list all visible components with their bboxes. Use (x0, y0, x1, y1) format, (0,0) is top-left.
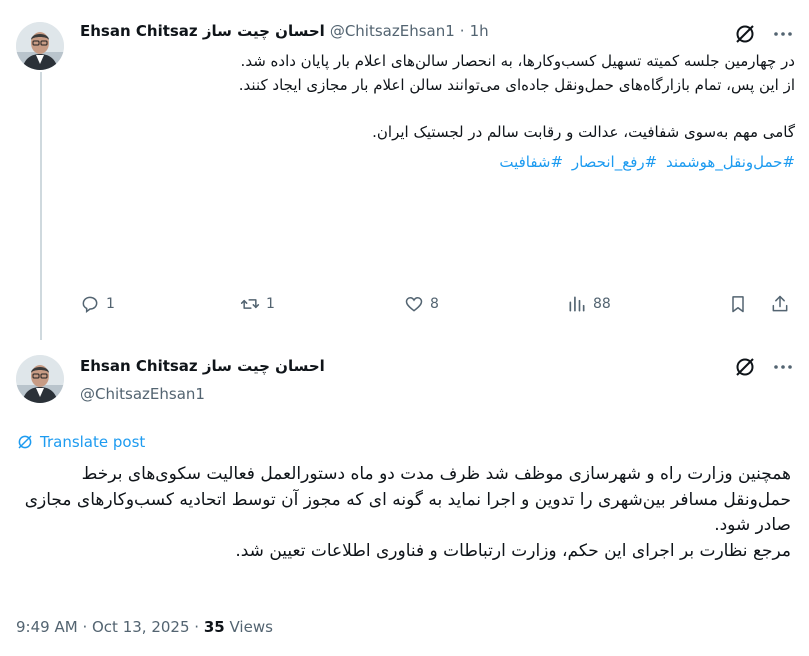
tweet-text-line: در چهارمین جلسه کمیته تسهیل کسب‌وکارها، … (240, 52, 795, 70)
views-label: Views (229, 618, 273, 636)
translate-icon (18, 435, 32, 449)
separator: · (459, 22, 465, 40)
views-button[interactable]: 88 (567, 294, 611, 314)
tweet2-header: Ehsan Chitsaz احسان چیت ساز (80, 356, 325, 375)
separator: · (194, 618, 200, 636)
bookmark-button[interactable] (728, 294, 748, 314)
handle[interactable]: @ChitsazEhsan1 (330, 22, 455, 40)
heart-icon (405, 296, 423, 312)
handle[interactable]: @ChitsazEhsan1 (80, 385, 205, 403)
display-name[interactable]: Ehsan Chitsaz احسان چیت ساز (80, 357, 325, 375)
display-name[interactable]: Ehsan Chitsaz احسان چیت ساز (80, 22, 325, 40)
reply-count: 1 (106, 296, 115, 312)
tweet-text-line: مرجع نظارت بر اجرای این حکم، وزارت ارتبا… (235, 540, 791, 561)
repost-icon (240, 299, 260, 309)
views-count[interactable]: 35 (204, 618, 225, 636)
post-time[interactable]: 9:49 AM (16, 618, 78, 636)
views-count: 88 (593, 296, 611, 312)
hashtags: #حمل‌ونقل_هوشمند #رفع_انحصار #شفافیت (80, 151, 795, 175)
hashtag-link[interactable]: #رفع_انحصار (572, 153, 657, 171)
avatar[interactable] (16, 22, 64, 70)
tweet2-text: همچنین وزارت راه و شهرسازی موظف شد ظرف م… (11, 462, 791, 564)
grok-icon[interactable] (733, 355, 757, 379)
translate-post-link[interactable]: Translate post (16, 433, 145, 451)
hashtag-link[interactable]: #حمل‌ونقل_هوشمند (666, 153, 795, 171)
grok-icon[interactable] (733, 22, 757, 46)
repost-button[interactable]: 1 (240, 294, 275, 314)
tweet-text-line: از این پس، تمام بازارگاه‌های حمل‌ونقل جا… (238, 75, 795, 94)
like-button[interactable]: 8 (404, 294, 439, 314)
hashtag-link[interactable]: #شفافیت (499, 153, 563, 171)
tweet-text-line: گامی مهم به‌سوی شفافیت، عدالت و رقابت سا… (372, 122, 795, 141)
separator: · (82, 618, 88, 636)
tweet1-text: در چهارمین جلسه کمیته تسهیل کسب‌وکارها، … (80, 50, 795, 175)
post-meta: 9:49 AM · Oct 13, 2025 · 35 Views (16, 618, 273, 636)
translate-label: Translate post (40, 433, 146, 451)
more-dots-icon[interactable] (771, 22, 795, 46)
post-time[interactable]: 1h (470, 22, 489, 40)
more-dots-icon[interactable] (771, 355, 795, 379)
action-bar: 1 1 8 88 (80, 294, 792, 320)
reply-icon (82, 296, 98, 313)
reply-button[interactable]: 1 (80, 294, 115, 314)
tweet1-header: Ehsan Chitsaz احسان چیت ساز @ChitsazEhsa… (80, 22, 489, 40)
repost-count: 1 (266, 296, 275, 312)
thread-line (40, 72, 42, 340)
share-button[interactable] (770, 294, 790, 314)
bookmark-icon (732, 296, 744, 313)
views-chart-icon (569, 296, 585, 312)
avatar[interactable] (16, 355, 64, 403)
like-count: 8 (430, 296, 439, 312)
share-icon (772, 295, 788, 312)
post-date[interactable]: Oct 13, 2025 (92, 618, 190, 636)
tweet-text-line: همچنین وزارت راه و شهرسازی موظف شد ظرف م… (24, 464, 791, 535)
